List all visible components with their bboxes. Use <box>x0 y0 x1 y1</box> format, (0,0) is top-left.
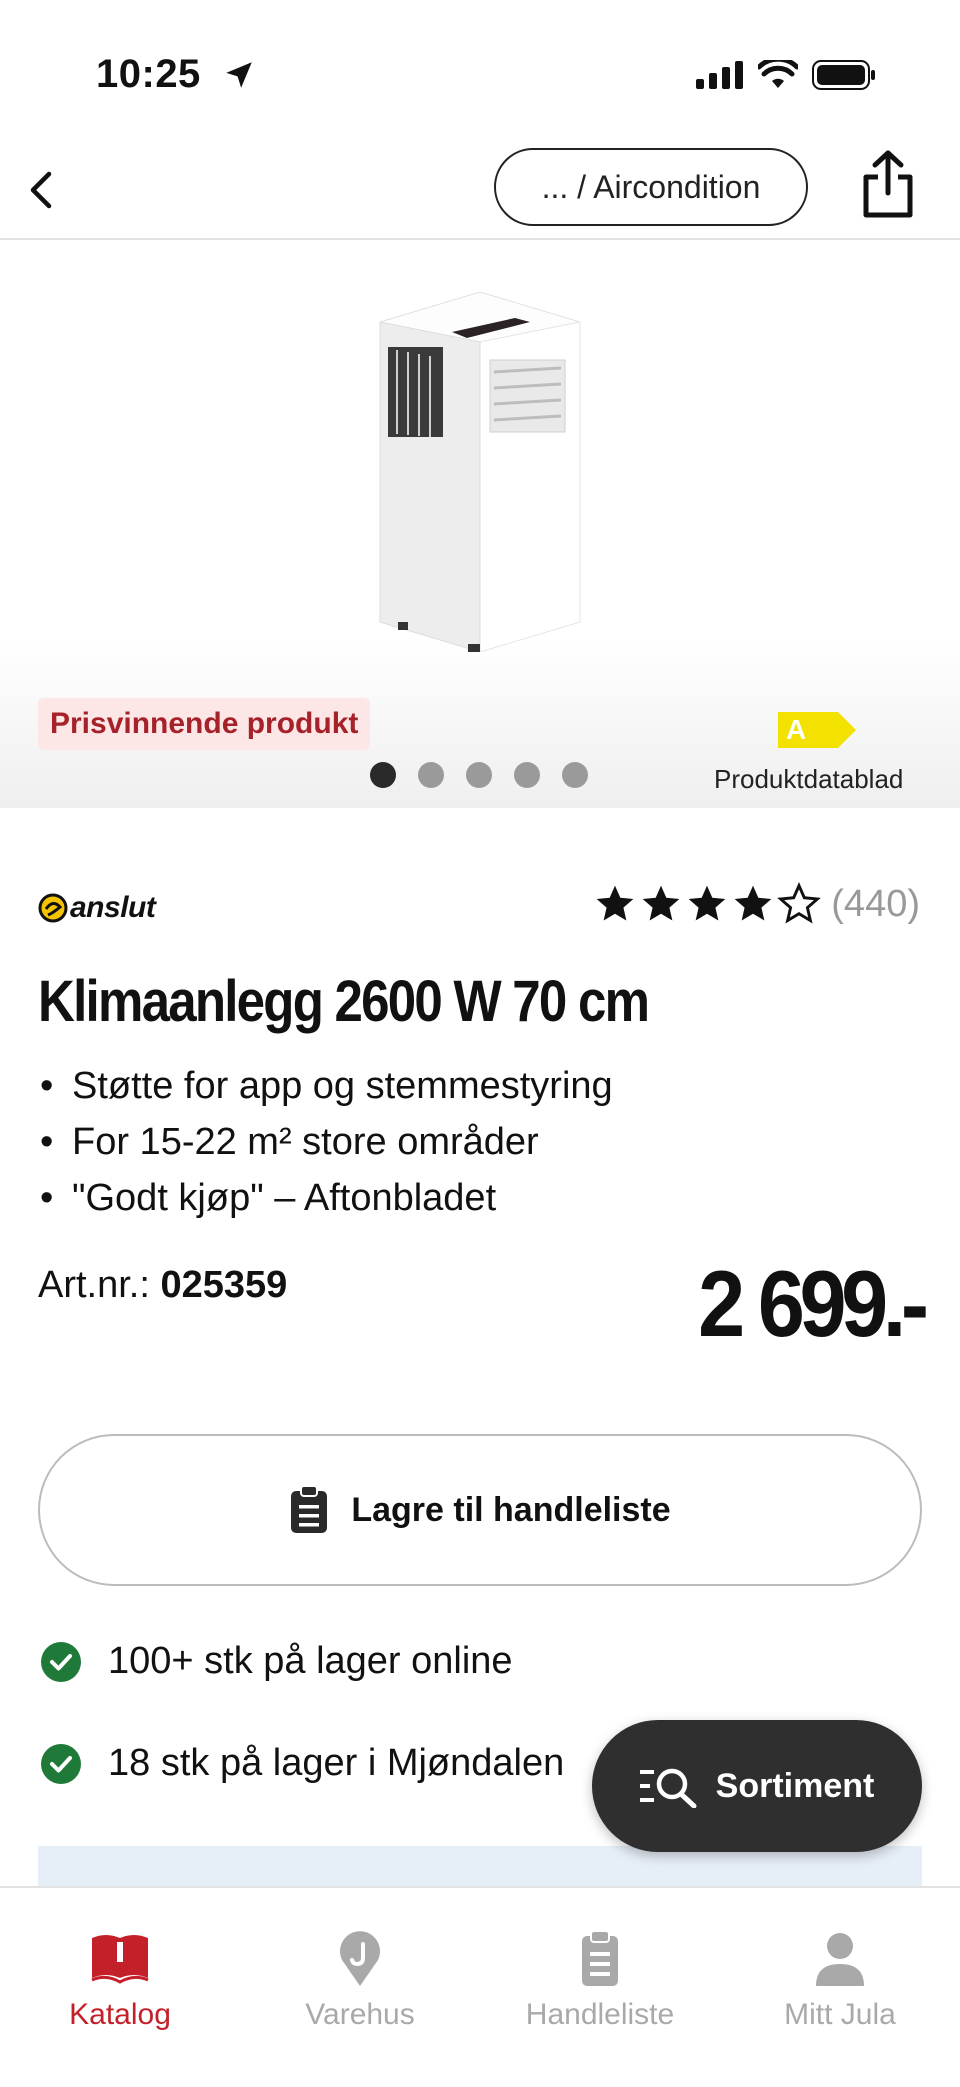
tab-katalog[interactable]: Katalog <box>0 1888 240 2087</box>
gallery-pagination <box>370 762 588 788</box>
rating-count: (440) <box>831 882 920 925</box>
product-price: 2 699.- <box>698 1251 929 1356</box>
location-pin-icon <box>340 1931 380 1986</box>
tab-mitt-jula[interactable]: Mitt Jula <box>720 1888 960 2087</box>
pagination-dot[interactable] <box>466 762 492 788</box>
signal-icon <box>696 61 743 89</box>
check-circle-icon <box>41 1743 81 1784</box>
highlight-text: For 15-22 m² store områder <box>72 1121 539 1163</box>
assortment-label: Sortiment <box>715 1766 875 1805</box>
assortment-button[interactable]: Sortiment <box>592 1720 922 1852</box>
save-to-list-button[interactable]: Lagre til handleliste <box>38 1434 922 1586</box>
check-circle-icon <box>41 1641 81 1682</box>
star-full-icon <box>642 885 680 921</box>
clipboard-icon <box>582 1930 618 1986</box>
product-image[interactable] <box>370 292 600 652</box>
bottom-tab-bar: Katalog Varehus Handleliste Mitt Jula <box>0 1886 960 2087</box>
product-highlights: • Støtte for app og stemmestyring • For 15… <box>40 1058 613 1226</box>
artnr-value: 025359 <box>160 1264 288 1306</box>
datasheet-link[interactable]: Produktdatablad <box>714 764 903 795</box>
battery-icon <box>812 60 875 90</box>
pagination-dot[interactable] <box>514 762 540 788</box>
brand-logo[interactable]: anslut <box>38 888 156 928</box>
breadcrumb-button[interactable]: ... / Aircondition <box>494 148 808 226</box>
pagination-dot[interactable] <box>370 762 396 788</box>
star-full-icon <box>734 885 772 921</box>
star-half-icon <box>777 882 822 924</box>
tab-label: Mitt Jula <box>784 1998 896 2031</box>
highlight-text: Støtte for app og stemmestyring <box>72 1065 613 1107</box>
search-list-icon <box>639 1768 697 1808</box>
wifi-icon <box>758 60 798 88</box>
tab-label: Handleliste <box>525 1998 675 2031</box>
highlight-text: "Godt kjøp" – Aftonbladet <box>72 1177 497 1219</box>
energy-class: A <box>786 714 807 745</box>
info-banner <box>38 1846 922 1886</box>
tab-varehus[interactable]: Varehus <box>240 1888 480 2087</box>
product-title: Klimaanlegg 2600 W 70 cm <box>38 969 650 1034</box>
product-gallery[interactable]: Prisvinnende produkt A Produktdatablad <box>0 242 960 808</box>
share-button[interactable] <box>852 144 924 226</box>
share-icon <box>863 150 913 218</box>
stock-text: 100+ stk på lager online <box>108 1640 513 1682</box>
tab-label: Varehus <box>305 1998 415 2031</box>
award-badge: Prisvinnende produkt <box>38 698 371 750</box>
stock-text: 18 stk på lager i Mjøndalen <box>108 1742 565 1784</box>
location-arrow-icon <box>226 62 252 88</box>
stock-online: 100+ stk på lager online <box>40 1640 513 1683</box>
tab-handleliste[interactable]: Handleliste <box>480 1888 720 2087</box>
status-time: 10:25 <box>96 52 201 96</box>
highlight-item: • "Godt kjøp" – Aftonbladet <box>40 1170 613 1226</box>
highlight-item: • For 15-22 m² store områder <box>40 1114 613 1170</box>
star-full-icon <box>688 885 726 921</box>
breadcrumb-label: ... / Aircondition <box>541 168 761 205</box>
pagination-dot[interactable] <box>562 762 588 788</box>
product-rating[interactable]: (440) <box>593 882 920 926</box>
book-icon <box>91 1935 149 1984</box>
status-bar: 10:25 <box>0 0 960 140</box>
star-full-icon <box>596 885 634 921</box>
artnr-label: Art.nr.: <box>38 1264 150 1306</box>
chevron-left-icon <box>30 171 52 209</box>
back-button[interactable] <box>14 162 70 218</box>
brand-name: anslut <box>70 891 156 924</box>
pagination-dot[interactable] <box>418 762 444 788</box>
status-icons <box>696 60 876 90</box>
person-icon <box>816 1933 864 1986</box>
tab-label: Katalog <box>69 1998 171 2031</box>
save-button-label: Lagre til handleliste <box>351 1490 671 1529</box>
brand-mark-icon <box>38 893 68 923</box>
clipboard-icon <box>291 1485 328 1533</box>
highlight-item: • Støtte for app og stemmestyring <box>40 1058 613 1114</box>
energy-label-badge[interactable]: A <box>778 712 858 748</box>
stock-store[interactable]: 18 stk på lager i Mjøndalen <box>40 1742 564 1785</box>
top-nav: ... / Aircondition <box>0 140 960 240</box>
article-number: Art.nr.: 025359 <box>38 1264 287 1307</box>
